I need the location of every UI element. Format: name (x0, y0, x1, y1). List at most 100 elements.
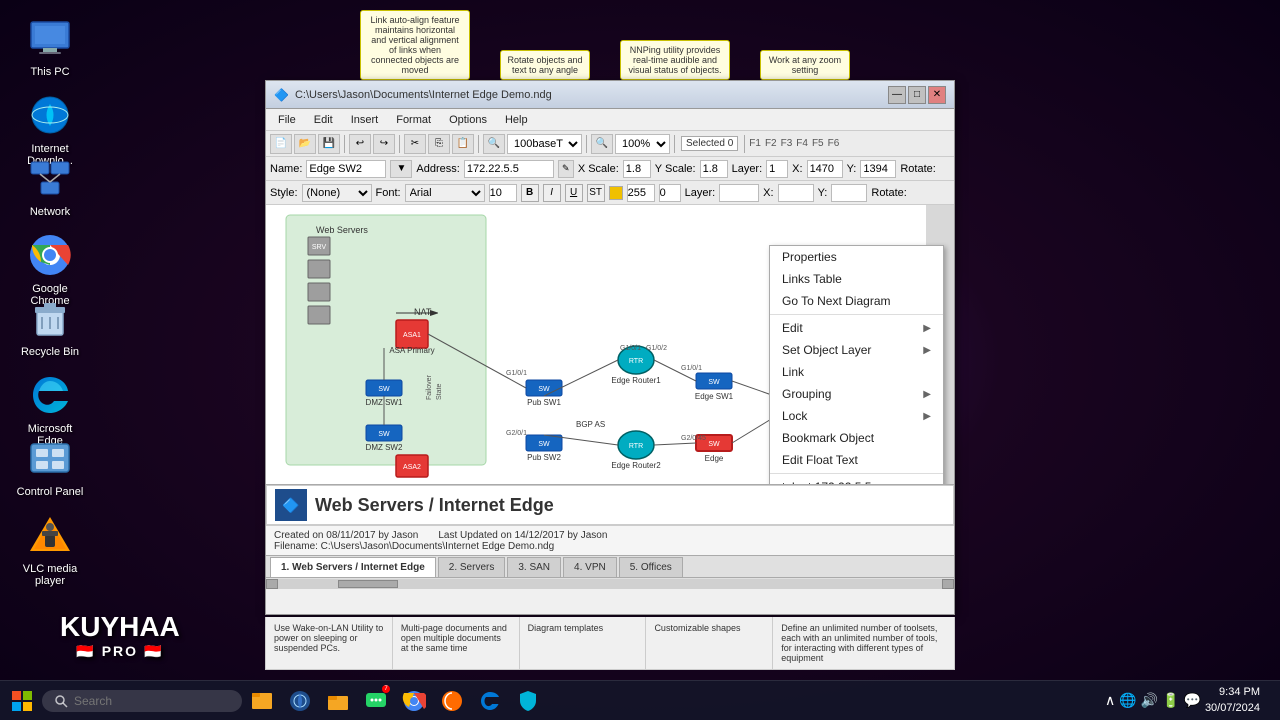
tab-2[interactable]: 2. Servers (438, 557, 506, 577)
taskbar-app-shield[interactable] (510, 683, 546, 719)
x-input2[interactable] (778, 184, 814, 202)
ctx-edit-float[interactable]: Edit Float Text (770, 449, 943, 471)
menu-edit[interactable]: Edit (306, 112, 341, 128)
fkey-f2[interactable]: F2 (765, 138, 777, 149)
zoom-pct-dropdown[interactable]: 100% (615, 134, 670, 154)
layer-input2[interactable] (719, 184, 759, 202)
menu-file[interactable]: File (270, 112, 304, 128)
desktop-icon-vlc[interactable]: VLC media player (10, 507, 90, 591)
tabs-bar: 1. Web Servers / Internet Edge 2. Server… (266, 555, 954, 577)
taskbar-network-icon[interactable]: 🌐 (1119, 692, 1136, 709)
menu-help[interactable]: Help (497, 112, 536, 128)
underline-button[interactable]: U (565, 184, 583, 202)
toolbar-btn-undo[interactable]: ↩ (349, 134, 371, 154)
fkey-f1[interactable]: F1 (749, 138, 761, 149)
taskbar-search[interactable] (42, 690, 242, 712)
ctx-links-table[interactable]: Links Table (770, 268, 943, 290)
ctx-edit[interactable]: Edit ▶ (770, 317, 943, 339)
layer-input[interactable] (766, 160, 788, 178)
y-input[interactable] (860, 160, 896, 178)
toolbar-btn-redo[interactable]: ↪ (373, 134, 395, 154)
taskbar-app-chat[interactable]: 7 (358, 683, 394, 719)
h-scroll-thumb[interactable] (338, 580, 398, 588)
toolbar-btn-zoom2[interactable]: 🔍 (591, 134, 613, 154)
taskbar-volume-icon[interactable]: 🔊 (1141, 692, 1158, 709)
toolbar-btn-copy[interactable]: ⎘ (428, 134, 450, 154)
toolbar-btn-zoom-in[interactable]: 🔍 (483, 134, 505, 154)
xscale-label: X Scale: (578, 163, 619, 175)
ctx-grouping[interactable]: Grouping ▶ (770, 383, 943, 405)
maximize-button[interactable]: □ (908, 86, 926, 104)
ctx-properties[interactable]: Properties (770, 246, 943, 268)
h-scrollbar[interactable] (266, 577, 954, 589)
taskbar-clock[interactable]: 9:34 PM 30/07/2024 (1205, 685, 1260, 716)
num-input2[interactable] (659, 184, 681, 202)
close-button[interactable]: ✕ (928, 86, 946, 104)
h-scroll-track[interactable] (278, 579, 942, 589)
font-size-input[interactable] (489, 184, 517, 202)
tab-1[interactable]: 1. Web Servers / Internet Edge (270, 557, 436, 577)
toolbar-btn-cut[interactable]: ✂ (404, 134, 426, 154)
minimize-button[interactable]: — (888, 86, 906, 104)
color-box[interactable] (609, 186, 623, 200)
style-select[interactable]: (None) (302, 184, 372, 202)
taskbar-app-edge[interactable] (472, 683, 508, 719)
ctx-link[interactable]: Link (770, 361, 943, 383)
taskbar-chevron[interactable]: ∧ (1105, 692, 1115, 709)
font-select[interactable]: Arial (405, 184, 485, 202)
style-label: Style: (270, 187, 298, 199)
tab-4[interactable]: 4. VPN (563, 557, 617, 577)
italic-button[interactable]: I (543, 184, 561, 202)
tab-5[interactable]: 5. Offices (619, 557, 683, 577)
toolbar-btn-new[interactable]: 📄 (270, 134, 292, 154)
context-menu[interactable]: Properties Links Table Go To Next Diagra… (769, 245, 944, 485)
taskbar-app-folder[interactable] (320, 683, 356, 719)
name-label: Name: (270, 163, 302, 175)
x-input[interactable] (807, 160, 843, 178)
ctx-goto-next[interactable]: Go To Next Diagram (770, 290, 943, 312)
taskbar-app-explorer[interactable] (244, 683, 280, 719)
address-edit-btn[interactable]: ✎ (558, 160, 574, 178)
taskbar-notifications[interactable]: 💬 (1184, 692, 1201, 709)
name-input[interactable] (306, 160, 386, 178)
yscale-input[interactable] (700, 160, 728, 178)
ctx-set-object-layer[interactable]: Set Object Layer ▶ (770, 339, 943, 361)
h-scroll-left-btn[interactable] (266, 579, 278, 589)
ctx-edit-arrow: ▶ (923, 323, 931, 334)
toolbar-btn-paste[interactable]: 📋 (452, 134, 474, 154)
address-input[interactable] (464, 160, 554, 178)
menu-bar: File Edit Insert Format Options Help (266, 109, 954, 131)
strikethrough-button[interactable]: ST (587, 184, 605, 202)
taskbar-app-netdiag[interactable] (282, 683, 318, 719)
desktop-icon-this-pc[interactable]: This PC (10, 10, 90, 82)
bold-button[interactable]: B (521, 184, 539, 202)
menu-options[interactable]: Options (441, 112, 495, 128)
menu-insert[interactable]: Insert (343, 112, 387, 128)
y-input2[interactable] (831, 184, 867, 202)
svg-text:RTR: RTR (629, 443, 643, 450)
taskbar-app-chrome[interactable] (396, 683, 432, 719)
ctx-lock[interactable]: Lock ▶ (770, 405, 943, 427)
taskbar-battery-icon[interactable]: 🔋 (1162, 692, 1179, 709)
h-scroll-right-btn[interactable] (942, 579, 954, 589)
num-input1[interactable] (627, 184, 655, 202)
desktop-icon-recycle-bin[interactable]: Recycle Bin (10, 290, 90, 362)
toolbar-btn-open[interactable]: 📂 (294, 134, 316, 154)
xscale-input[interactable] (623, 160, 651, 178)
fkey-f3[interactable]: F3 (781, 138, 793, 149)
fkey-f4[interactable]: F4 (796, 138, 808, 149)
ctx-bookmark[interactable]: Bookmark Object (770, 427, 943, 449)
menu-format[interactable]: Format (388, 112, 439, 128)
taskbar-app-browser2[interactable] (434, 683, 470, 719)
desktop-icon-control-panel[interactable]: Control Panel (10, 430, 90, 502)
search-input[interactable] (74, 694, 214, 708)
name-dropdown-btn[interactable]: ▼ (390, 160, 412, 178)
tab-3[interactable]: 3. SAN (507, 557, 561, 577)
fkey-f6[interactable]: F6 (828, 138, 840, 149)
start-button[interactable] (4, 683, 40, 719)
toolbar-btn-save[interactable]: 💾 (318, 134, 340, 154)
zoom-dropdown[interactable]: 100baseT (507, 134, 582, 154)
fkey-f5[interactable]: F5 (812, 138, 824, 149)
desktop-icon-network[interactable]: Network (10, 150, 90, 222)
ctx-telnet[interactable]: telnet 172.22.5.5 (770, 476, 943, 485)
